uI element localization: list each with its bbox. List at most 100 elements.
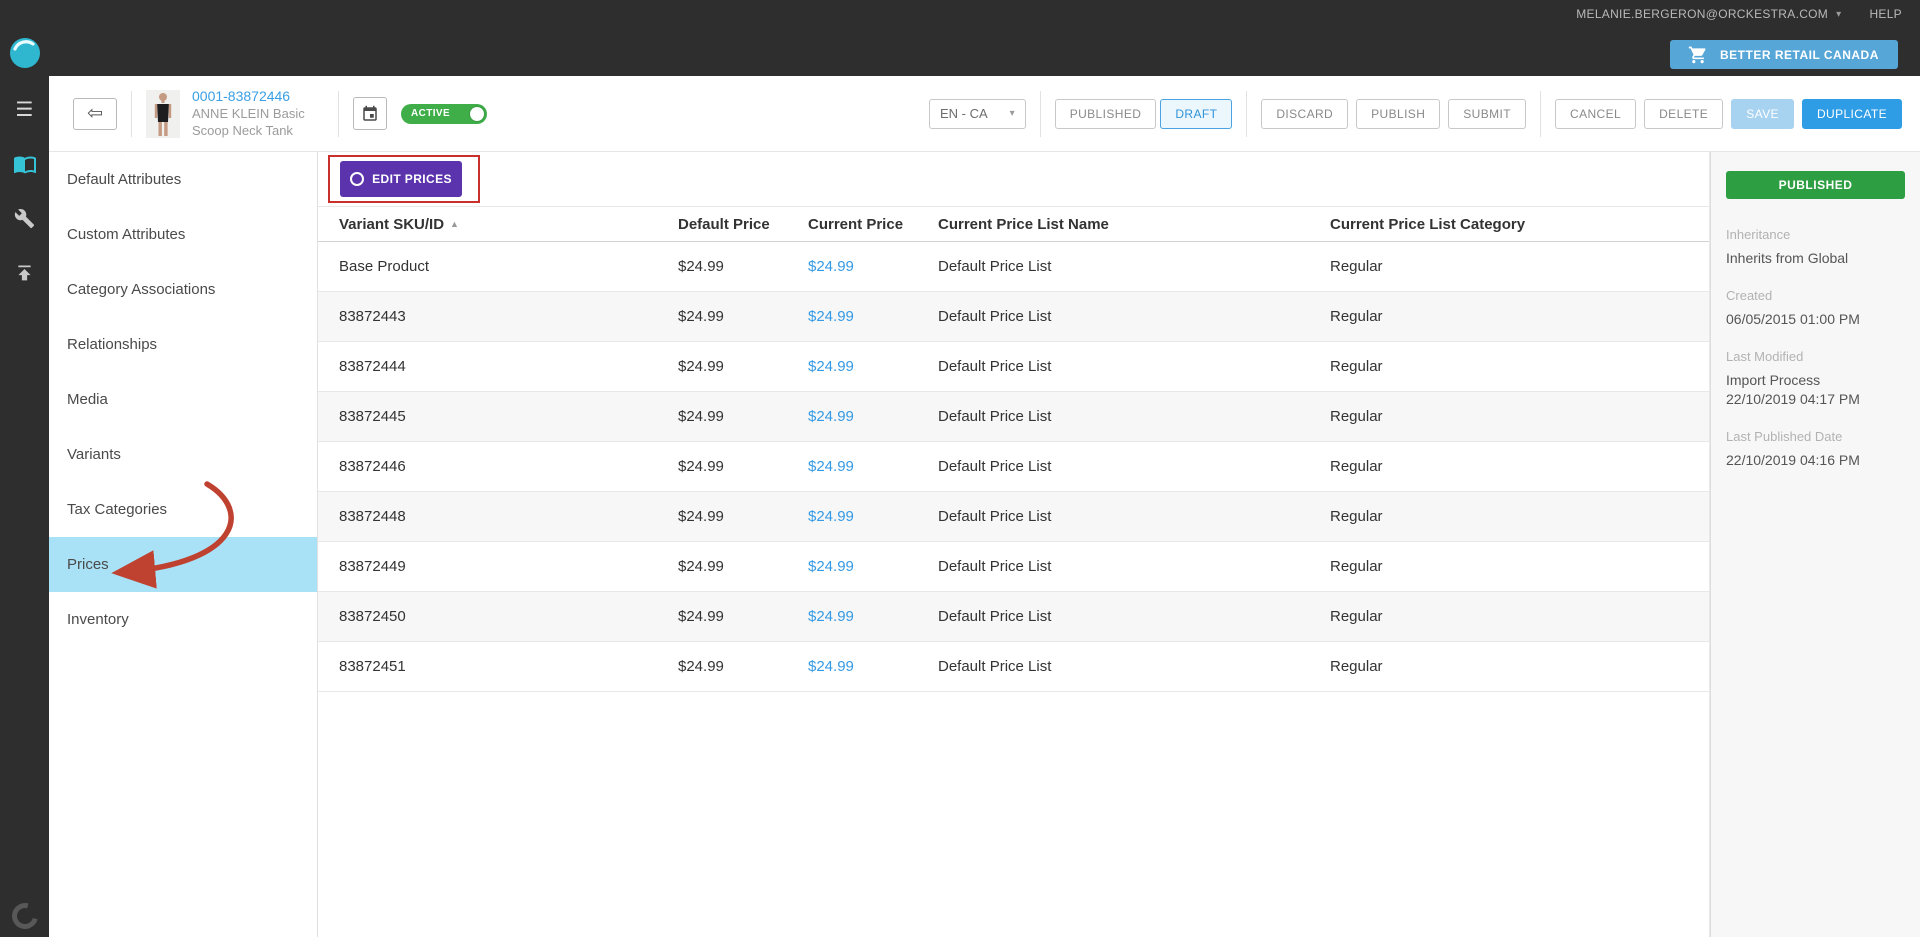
- divider: [338, 91, 339, 137]
- cell-sku: 83872451: [318, 658, 657, 675]
- last-published-value: 22/10/2019 04:16 PM: [1726, 451, 1905, 470]
- cell-sku: 83872450: [318, 608, 657, 625]
- table-row[interactable]: 83872443 $24.99 $24.99 Default Price Lis…: [318, 292, 1709, 342]
- cell-category: Regular: [1309, 508, 1709, 525]
- table-row[interactable]: 83872446 $24.99 $24.99 Default Price Lis…: [318, 442, 1709, 492]
- last-modified-process: Import Process: [1726, 371, 1905, 390]
- current-price-link[interactable]: $24.99: [808, 558, 854, 575]
- discard-button[interactable]: DISCARD: [1261, 99, 1348, 129]
- sidebar-item-category-associations[interactable]: Category Associations: [49, 262, 317, 317]
- cell-default-price: $24.99: [657, 608, 787, 625]
- active-toggle[interactable]: ACTIVE: [401, 104, 487, 124]
- table-row[interactable]: 83872445 $24.99 $24.99 Default Price Lis…: [318, 392, 1709, 442]
- last-published-label: Last Published Date: [1726, 429, 1905, 444]
- cell-price-list: Default Price List: [917, 408, 1309, 425]
- published-status-button[interactable]: PUBLISHED: [1726, 171, 1905, 199]
- toggle-knob: [470, 107, 484, 121]
- cell-sku: 83872448: [318, 508, 657, 525]
- sidebar-item-variants[interactable]: Variants: [49, 427, 317, 482]
- cell-sku: 83872449: [318, 558, 657, 575]
- info-panel: PUBLISHED Inheritance Inherits from Glob…: [1710, 152, 1920, 937]
- app-logo-icon[interactable]: [10, 38, 40, 68]
- delete-button[interactable]: DELETE: [1644, 99, 1723, 129]
- cell-price-list: Default Price List: [917, 258, 1309, 275]
- current-price-link[interactable]: $24.99: [808, 308, 854, 325]
- prices-panel: EDIT PRICES Variant SKU/ID ▲ Default Pric…: [318, 152, 1710, 937]
- sort-asc-icon: ▲: [450, 219, 459, 229]
- calendar-button[interactable]: [353, 97, 387, 130]
- current-price-link[interactable]: $24.99: [808, 258, 854, 275]
- top-bar: MELANIE.BERGERON@ORCKESTRA.COM ▾ HELP BE…: [0, 0, 1920, 76]
- cell-default-price: $24.99: [657, 308, 787, 325]
- column-label: Variant SKU/ID: [339, 216, 444, 233]
- edit-prices-button[interactable]: EDIT PRICES: [340, 161, 462, 197]
- version-tabs: PUBLISHED DRAFT: [1055, 99, 1233, 129]
- publish-button[interactable]: PUBLISH: [1356, 99, 1440, 129]
- cell-category: Regular: [1309, 658, 1709, 675]
- submit-button[interactable]: SUBMIT: [1448, 99, 1526, 129]
- sidebar-item-inventory[interactable]: Inventory: [49, 592, 317, 647]
- back-button[interactable]: ⇦: [73, 98, 117, 130]
- product-thumbnail: [146, 90, 180, 138]
- cell-sku: 83872445: [318, 408, 657, 425]
- inheritance-value: Inherits from Global: [1726, 249, 1905, 268]
- cart-icon: [1688, 45, 1708, 65]
- hamburger-menu-icon[interactable]: ☰: [13, 98, 37, 122]
- sidebar-item-media[interactable]: Media: [49, 372, 317, 427]
- table-row[interactable]: 83872449 $24.99 $24.99 Default Price Lis…: [318, 542, 1709, 592]
- current-price-link[interactable]: $24.99: [808, 358, 854, 375]
- cell-default-price: $24.99: [657, 258, 787, 275]
- cell-default-price: $24.99: [657, 458, 787, 475]
- help-link[interactable]: HELP: [1869, 7, 1902, 21]
- current-price-link[interactable]: $24.99: [808, 658, 854, 675]
- cell-sku: 83872443: [318, 308, 657, 325]
- publish-upload-icon[interactable]: [13, 260, 37, 284]
- current-price-link[interactable]: $24.99: [808, 508, 854, 525]
- last-modified-value: Import Process 22/10/2019 04:17 PM: [1726, 371, 1905, 409]
- user-email: MELANIE.BERGERON@ORCKESTRA.COM: [1576, 7, 1828, 21]
- table-row[interactable]: 83872450 $24.99 $24.99 Default Price Lis…: [318, 592, 1709, 642]
- user-menu[interactable]: MELANIE.BERGERON@ORCKESTRA.COM ▾: [1576, 7, 1841, 21]
- divider: [1540, 91, 1541, 137]
- last-modified-label: Last Modified: [1726, 349, 1905, 364]
- sidebar-item-custom-attributes[interactable]: Custom Attributes: [49, 207, 317, 262]
- column-default-price[interactable]: Default Price: [657, 216, 787, 233]
- created-value: 06/05/2015 01:00 PM: [1726, 310, 1905, 329]
- catalog-book-icon[interactable]: [13, 152, 37, 176]
- column-current-price[interactable]: Current Price: [787, 216, 917, 233]
- tools-wrench-icon[interactable]: [13, 206, 37, 230]
- current-price-link[interactable]: $24.99: [808, 408, 854, 425]
- save-button[interactable]: SAVE: [1731, 99, 1794, 129]
- prices-table-header: Variant SKU/ID ▲ Default Price Current Pr…: [318, 206, 1709, 242]
- created-label: Created: [1726, 288, 1905, 303]
- sidebar-item-prices[interactable]: Prices: [49, 537, 317, 592]
- column-variant-sku[interactable]: Variant SKU/ID ▲: [318, 216, 657, 233]
- loading-spinner-icon: [7, 898, 43, 934]
- tab-published[interactable]: PUBLISHED: [1055, 99, 1157, 129]
- divider: [1040, 91, 1041, 137]
- cell-sku: 83872444: [318, 358, 657, 375]
- current-price-link[interactable]: $24.99: [808, 608, 854, 625]
- cell-sku: Base Product: [318, 258, 657, 275]
- table-row[interactable]: Base Product $24.99 $24.99 Default Price…: [318, 242, 1709, 292]
- current-price-link[interactable]: $24.99: [808, 458, 854, 475]
- sidebar-item-tax-categories[interactable]: Tax Categories: [49, 482, 317, 537]
- cell-default-price: $24.99: [657, 408, 787, 425]
- table-row[interactable]: 83872451 $24.99 $24.99 Default Price Lis…: [318, 642, 1709, 692]
- sidebar-item-default-attributes[interactable]: Default Attributes: [49, 152, 317, 207]
- column-price-list-category[interactable]: Current Price List Category: [1309, 216, 1709, 233]
- table-row[interactable]: 83872444 $24.99 $24.99 Default Price Lis…: [318, 342, 1709, 392]
- scope-selector-button[interactable]: BETTER RETAIL CANADA: [1670, 40, 1898, 69]
- sidebar-item-relationships[interactable]: Relationships: [49, 317, 317, 372]
- tab-draft[interactable]: DRAFT: [1160, 99, 1232, 129]
- language-select[interactable]: EN - CA ▾: [929, 99, 1026, 129]
- table-row[interactable]: 83872448 $24.99 $24.99 Default Price Lis…: [318, 492, 1709, 542]
- cell-category: Regular: [1309, 358, 1709, 375]
- cell-default-price: $24.99: [657, 508, 787, 525]
- duplicate-button[interactable]: DUPLICATE: [1802, 99, 1902, 129]
- product-id-link[interactable]: 0001-83872446: [192, 88, 324, 104]
- product-toolbar: ⇦ 0001-83872446 ANNE KLEIN Basic Scoop N…: [49, 76, 1920, 152]
- column-price-list-name[interactable]: Current Price List Name: [917, 216, 1309, 233]
- cancel-button[interactable]: CANCEL: [1555, 99, 1636, 129]
- active-toggle-label: ACTIVE: [411, 108, 450, 119]
